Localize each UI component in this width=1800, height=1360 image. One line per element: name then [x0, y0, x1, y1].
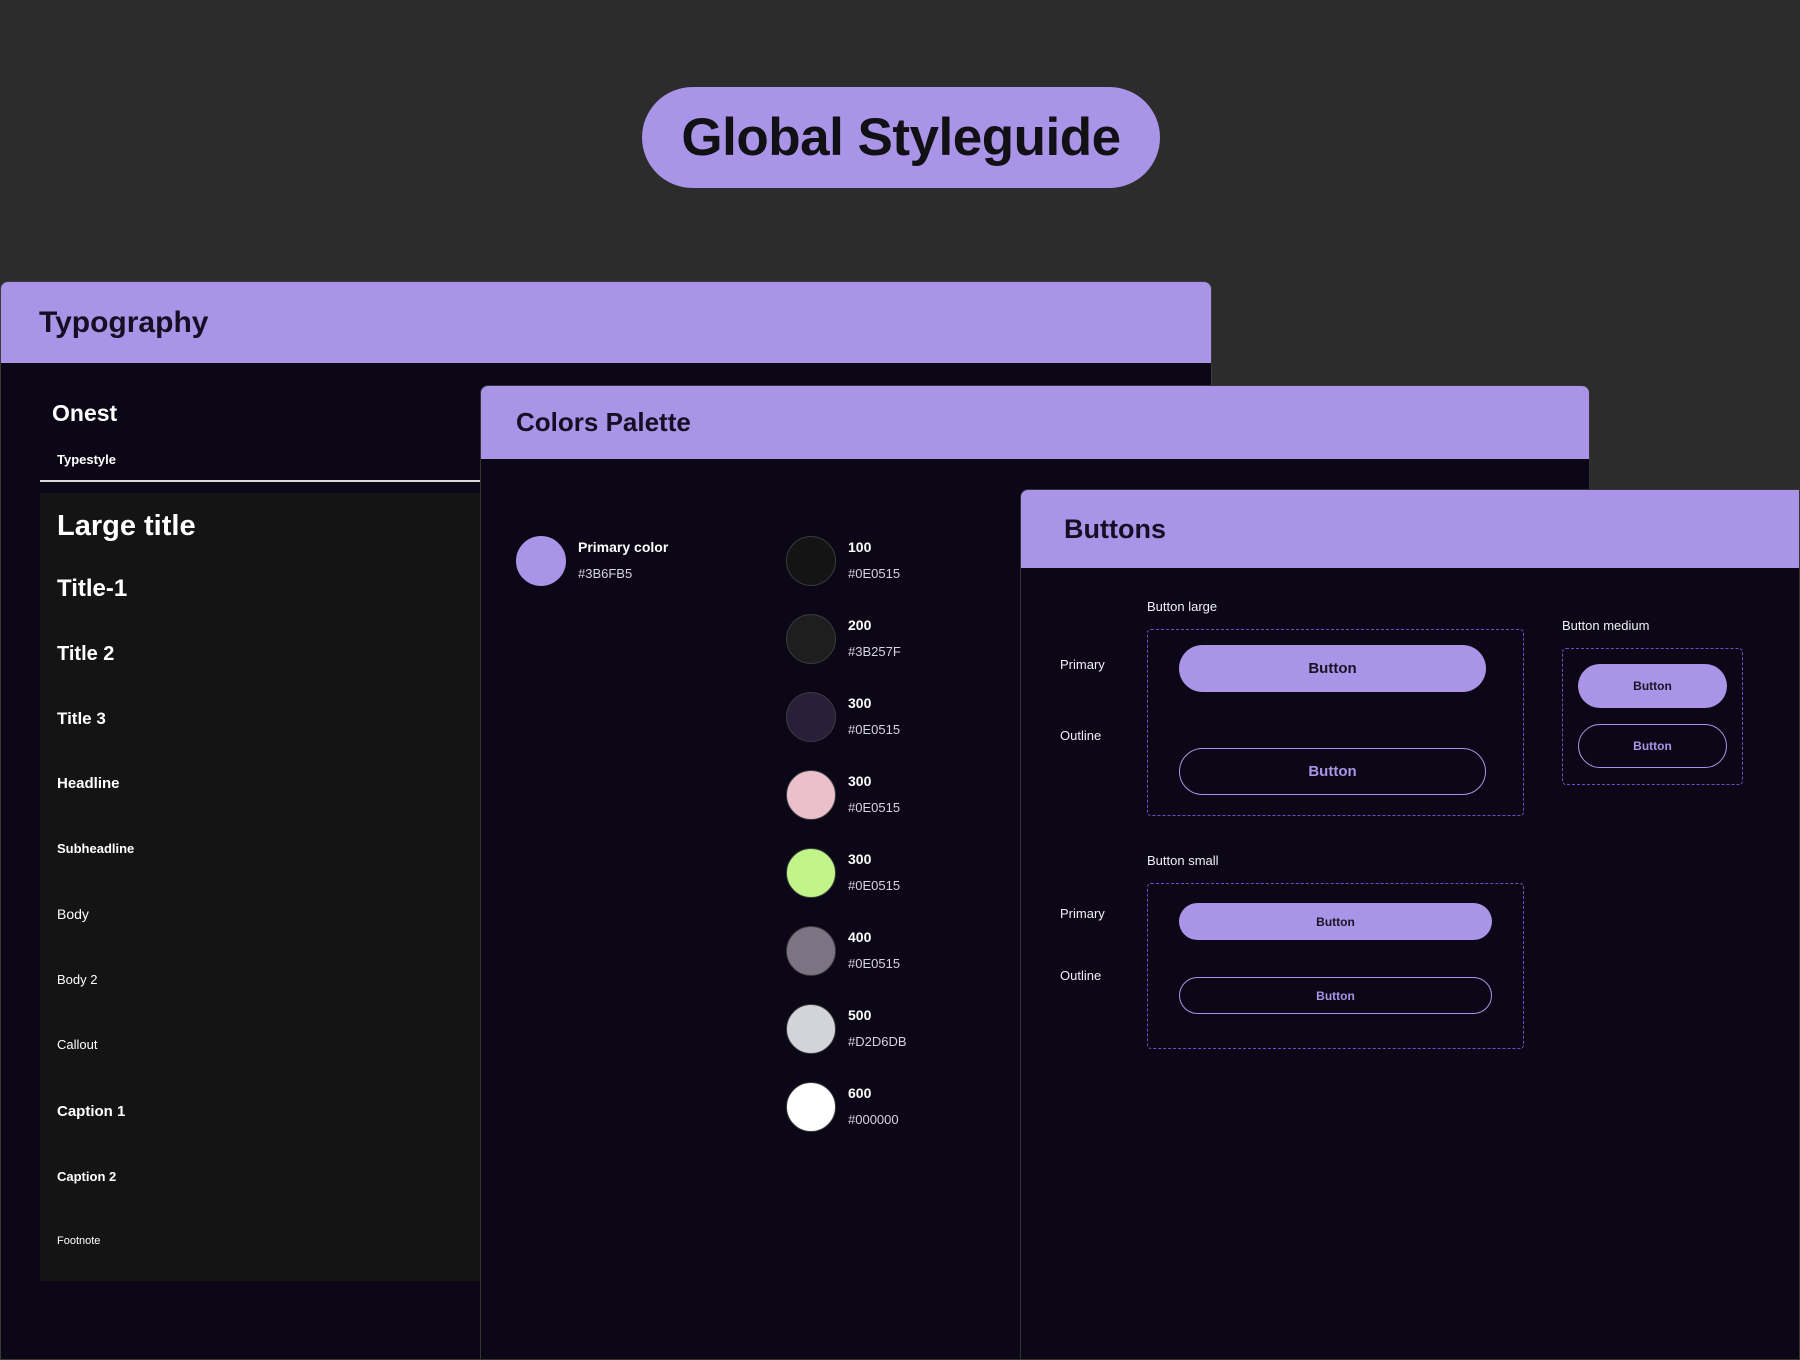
color-shade-name: 600 [848, 1085, 872, 1101]
button-medium-label: Button medium [1562, 618, 1650, 633]
type-callout: Callout [57, 1037, 98, 1052]
color-shade-hex: #3B257F [848, 644, 901, 659]
small-outline-button[interactable]: Button [1179, 977, 1492, 1014]
color-shade-hex: #0E0515 [848, 566, 901, 581]
type-title-1: Title-1 [57, 575, 128, 602]
color-swatch-300 [786, 692, 836, 742]
color-swatch-100 [786, 536, 836, 586]
color-swatch-300 [786, 848, 836, 898]
typestyle-divider [40, 480, 480, 482]
color-shade-hex: #0E0515 [848, 722, 901, 737]
typography-header: Typography [1, 282, 1211, 363]
color-swatch-600 [786, 1082, 836, 1132]
primary-row-label: Primary [1060, 657, 1105, 672]
color-shade-name: 200 [848, 617, 872, 633]
font-name: Onest [52, 400, 118, 426]
button-small-label: Button small [1147, 853, 1219, 868]
color-shade-hex: #0E0515 [848, 800, 901, 815]
type-style-list: Large title Title-1 Title 2 Title 3 Head… [40, 493, 480, 1281]
large-outline-button[interactable]: Button [1179, 748, 1486, 795]
large-primary-button[interactable]: Button [1179, 645, 1486, 692]
type-large-title: Large title [57, 510, 196, 542]
color-shade-hex: #0E0515 [848, 956, 901, 971]
typestyle-tab[interactable]: Typestyle [57, 452, 116, 467]
small-outline-row-label: Outline [1060, 968, 1102, 983]
color-shade-name: 300 [848, 695, 872, 711]
color-shade-hex: #D2D6DB [848, 1034, 907, 1049]
small-primary-row-label: Primary [1060, 906, 1105, 921]
color-shade-hex: #0E0515 [848, 878, 901, 893]
color-shade-name: 300 [848, 773, 872, 789]
color-swatch-300 [786, 770, 836, 820]
color-swatch-200 [786, 614, 836, 664]
primary-color-name: Primary color [578, 539, 669, 555]
primary-color-hex: #3B6FB5 [578, 566, 633, 581]
small-primary-button[interactable]: Button [1179, 903, 1492, 940]
type-caption-1: Caption 1 [57, 1103, 126, 1120]
color-shade-name: 100 [848, 539, 872, 555]
type-footnote: Footnote [57, 1235, 101, 1247]
buttons-header: Buttons [1021, 490, 1799, 568]
outline-row-label: Outline [1060, 728, 1102, 743]
color-shade-name: 500 [848, 1007, 872, 1023]
type-body-2: Body 2 [57, 972, 98, 987]
type-body: Body [57, 906, 89, 922]
color-shade-name: 300 [848, 851, 872, 867]
page-title: Global Styleguide [642, 87, 1160, 188]
medium-outline-button[interactable]: Button [1578, 724, 1727, 768]
color-shade-name: 400 [848, 929, 872, 945]
medium-primary-button[interactable]: Button [1578, 664, 1727, 708]
type-headline: Headline [57, 775, 120, 792]
button-large-label: Button large [1147, 599, 1218, 614]
type-title-2: Title 2 [57, 643, 115, 665]
type-caption-2: Caption 2 [57, 1169, 117, 1184]
type-title-3: Title 3 [57, 709, 106, 728]
color-shade-hex: #000000 [848, 1112, 899, 1127]
primary-color-swatch [516, 536, 566, 586]
type-subheadline: Subheadline [57, 841, 135, 856]
color-swatch-400 [786, 926, 836, 976]
colors-header: Colors Palette [481, 386, 1589, 459]
color-swatch-500 [786, 1004, 836, 1054]
buttons-card: Buttons Button large Primary Outline But… [1020, 489, 1800, 1360]
